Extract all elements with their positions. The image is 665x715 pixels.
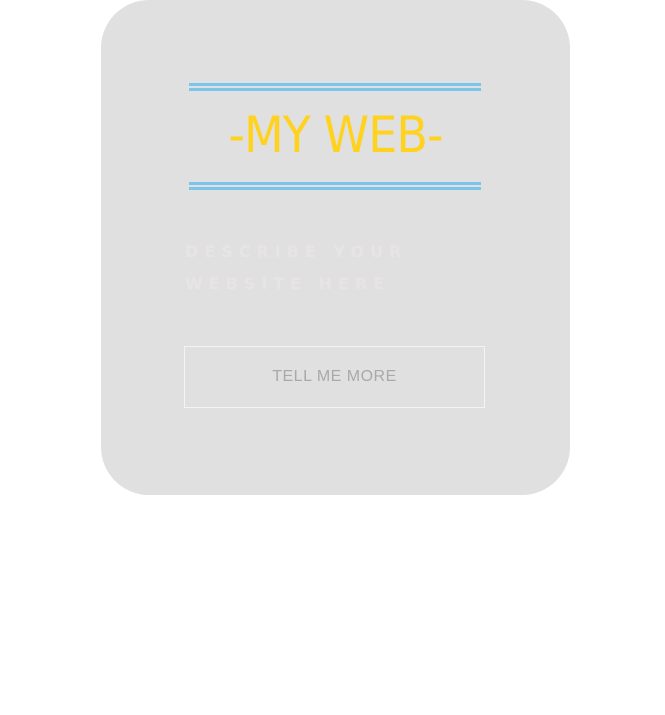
hero-card: -MY WEB- DESCRIBE YOUR WEBSITE HERE TELL… — [101, 0, 570, 495]
top-divider — [189, 83, 481, 91]
tell-me-more-button[interactable]: TELL ME MORE — [184, 346, 485, 408]
site-tagline: DESCRIBE YOUR WEBSITE HERE — [185, 242, 408, 293]
bottom-divider — [189, 182, 481, 190]
site-title: -MY WEB- — [228, 106, 443, 164]
